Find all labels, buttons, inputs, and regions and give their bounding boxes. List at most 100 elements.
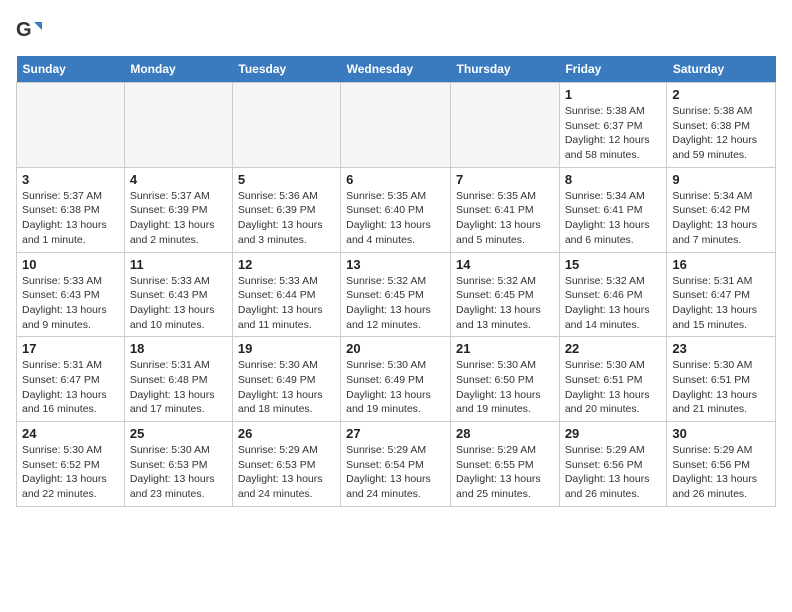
cal-cell	[451, 83, 560, 168]
cal-cell: 14 Sunrise: 5:32 AM Sunset: 6:45 PM Dayli…	[451, 252, 560, 337]
cal-cell: 18Sunrise: 5:31 AM Sunset: 6:48 PM Dayli…	[124, 337, 232, 422]
cal-cell: 21 Sunrise: 5:30 AM Sunset: 6:50 PM Dayli…	[451, 337, 560, 422]
cal-cell: 29 Sunrise: 5:29 AM Sunset: 6:56 PM Dayli…	[559, 422, 667, 507]
day-info: Sunrise: 5:34 AM Sunset: 6:42 PM Dayligh…	[672, 189, 770, 248]
day-info: Sunrise: 5:35 AM Sunset: 6:40 PM Dayligh…	[346, 189, 445, 248]
cal-cell: 19 Sunrise: 5:30 AM Sunset: 6:49 PM Dayli…	[232, 337, 340, 422]
day-number: 26	[238, 426, 335, 441]
cal-cell: 16 Sunrise: 5:31 AM Sunset: 6:47 PM Dayli…	[667, 252, 776, 337]
day-number: 15	[565, 257, 662, 272]
day-number: 17	[22, 341, 119, 356]
day-info: Sunrise: 5:33 AM Sunset: 6:43 PM Dayligh…	[22, 274, 119, 333]
cal-cell: 11 Sunrise: 5:33 AM Sunset: 6:43 PM Dayli…	[124, 252, 232, 337]
cal-cell: 7 Sunrise: 5:35 AM Sunset: 6:41 PM Daylig…	[451, 167, 560, 252]
day-info: Sunrise: 5:29 AM Sunset: 6:55 PM Dayligh…	[456, 443, 554, 502]
cal-cell: 30 Sunrise: 5:29 AM Sunset: 6:56 PM Dayli…	[667, 422, 776, 507]
cal-cell: 13 Sunrise: 5:32 AM Sunset: 6:45 PM Dayli…	[341, 252, 451, 337]
day-number: 14	[456, 257, 554, 272]
day-number: 30	[672, 426, 770, 441]
cal-cell: 5 Sunrise: 5:36 AM Sunset: 6:39 PM Daylig…	[232, 167, 340, 252]
day-header-thursday: Thursday	[451, 56, 560, 83]
day-number: 28	[456, 426, 554, 441]
day-info: Sunrise: 5:33 AM Sunset: 6:43 PM Dayligh…	[130, 274, 227, 333]
cal-cell: 22 Sunrise: 5:30 AM Sunset: 6:51 PM Dayli…	[559, 337, 667, 422]
day-info: Sunrise: 5:38 AM Sunset: 6:37 PM Dayligh…	[565, 104, 662, 163]
day-number: 22	[565, 341, 662, 356]
day-info: Sunrise: 5:37 AM Sunset: 6:39 PM Dayligh…	[130, 189, 227, 248]
cal-cell	[17, 83, 125, 168]
cal-cell: 27 Sunrise: 5:29 AM Sunset: 6:54 PM Dayli…	[341, 422, 451, 507]
day-header-wednesday: Wednesday	[341, 56, 451, 83]
day-info: Sunrise: 5:31 AM Sunset: 6:47 PM Dayligh…	[22, 358, 119, 417]
day-header-sunday: Sunday	[17, 56, 125, 83]
day-number: 2	[672, 87, 770, 102]
cal-cell: 6 Sunrise: 5:35 AM Sunset: 6:40 PM Daylig…	[341, 167, 451, 252]
day-info: Sunrise: 5:29 AM Sunset: 6:56 PM Dayligh…	[565, 443, 662, 502]
day-info: Sunrise: 5:38 AM Sunset: 6:38 PM Dayligh…	[672, 104, 770, 163]
day-number: 3	[22, 172, 119, 187]
cal-cell: 23 Sunrise: 5:30 AM Sunset: 6:51 PM Dayli…	[667, 337, 776, 422]
svg-text:G: G	[16, 19, 32, 41]
day-info: Sunrise: 5:30 AM Sunset: 6:53 PM Dayligh…	[130, 443, 227, 502]
day-header-monday: Monday	[124, 56, 232, 83]
day-info: Sunrise: 5:30 AM Sunset: 6:52 PM Dayligh…	[22, 443, 119, 502]
cal-cell: 8Sunrise: 5:34 AM Sunset: 6:41 PM Daylig…	[559, 167, 667, 252]
day-info: Sunrise: 5:32 AM Sunset: 6:45 PM Dayligh…	[456, 274, 554, 333]
day-info: Sunrise: 5:29 AM Sunset: 6:53 PM Dayligh…	[238, 443, 335, 502]
cal-cell: 2 Sunrise: 5:38 AM Sunset: 6:38 PM Daylig…	[667, 83, 776, 168]
day-number: 9	[672, 172, 770, 187]
day-header-friday: Friday	[559, 56, 667, 83]
day-info: Sunrise: 5:31 AM Sunset: 6:47 PM Dayligh…	[672, 274, 770, 333]
cal-cell: 26 Sunrise: 5:29 AM Sunset: 6:53 PM Dayli…	[232, 422, 340, 507]
cal-cell: 10 Sunrise: 5:33 AM Sunset: 6:43 PM Dayli…	[17, 252, 125, 337]
day-info: Sunrise: 5:31 AM Sunset: 6:48 PM Dayligh…	[130, 358, 227, 417]
cal-cell: 17 Sunrise: 5:31 AM Sunset: 6:47 PM Dayli…	[17, 337, 125, 422]
day-number: 24	[22, 426, 119, 441]
day-number: 16	[672, 257, 770, 272]
cal-cell: 12Sunrise: 5:33 AM Sunset: 6:44 PM Dayli…	[232, 252, 340, 337]
day-header-tuesday: Tuesday	[232, 56, 340, 83]
cal-cell: 15 Sunrise: 5:32 AM Sunset: 6:46 PM Dayli…	[559, 252, 667, 337]
day-info: Sunrise: 5:37 AM Sunset: 6:38 PM Dayligh…	[22, 189, 119, 248]
day-info: Sunrise: 5:30 AM Sunset: 6:50 PM Dayligh…	[456, 358, 554, 417]
day-info: Sunrise: 5:32 AM Sunset: 6:45 PM Dayligh…	[346, 274, 445, 333]
logo: G	[16, 16, 48, 44]
page-header: G	[16, 16, 776, 44]
day-number: 19	[238, 341, 335, 356]
cal-cell: 24 Sunrise: 5:30 AM Sunset: 6:52 PM Dayli…	[17, 422, 125, 507]
day-info: Sunrise: 5:30 AM Sunset: 6:51 PM Dayligh…	[672, 358, 770, 417]
day-info: Sunrise: 5:35 AM Sunset: 6:41 PM Dayligh…	[456, 189, 554, 248]
day-number: 27	[346, 426, 445, 441]
day-number: 23	[672, 341, 770, 356]
day-number: 13	[346, 257, 445, 272]
day-number: 4	[130, 172, 227, 187]
cal-cell: 28 Sunrise: 5:29 AM Sunset: 6:55 PM Dayli…	[451, 422, 560, 507]
day-number: 8	[565, 172, 662, 187]
cal-cell: 25Sunrise: 5:30 AM Sunset: 6:53 PM Dayli…	[124, 422, 232, 507]
day-info: Sunrise: 5:29 AM Sunset: 6:54 PM Dayligh…	[346, 443, 445, 502]
cal-cell: 3 Sunrise: 5:37 AM Sunset: 6:38 PM Daylig…	[17, 167, 125, 252]
day-info: Sunrise: 5:36 AM Sunset: 6:39 PM Dayligh…	[238, 189, 335, 248]
cal-cell: 4 Sunrise: 5:37 AM Sunset: 6:39 PM Daylig…	[124, 167, 232, 252]
day-number: 5	[238, 172, 335, 187]
day-number: 6	[346, 172, 445, 187]
day-info: Sunrise: 5:32 AM Sunset: 6:46 PM Dayligh…	[565, 274, 662, 333]
day-info: Sunrise: 5:30 AM Sunset: 6:49 PM Dayligh…	[238, 358, 335, 417]
day-number: 12	[238, 257, 335, 272]
day-number: 10	[22, 257, 119, 272]
day-info: Sunrise: 5:29 AM Sunset: 6:56 PM Dayligh…	[672, 443, 770, 502]
cal-cell: 9 Sunrise: 5:34 AM Sunset: 6:42 PM Daylig…	[667, 167, 776, 252]
day-number: 21	[456, 341, 554, 356]
cal-cell: 20 Sunrise: 5:30 AM Sunset: 6:49 PM Dayli…	[341, 337, 451, 422]
day-number: 11	[130, 257, 227, 272]
day-number: 7	[456, 172, 554, 187]
day-number: 20	[346, 341, 445, 356]
day-header-saturday: Saturday	[667, 56, 776, 83]
cal-cell	[232, 83, 340, 168]
cal-cell	[124, 83, 232, 168]
day-number: 29	[565, 426, 662, 441]
cal-cell	[341, 83, 451, 168]
day-info: Sunrise: 5:30 AM Sunset: 6:49 PM Dayligh…	[346, 358, 445, 417]
day-info: Sunrise: 5:30 AM Sunset: 6:51 PM Dayligh…	[565, 358, 662, 417]
calendar-table: SundayMondayTuesdayWednesdayThursdayFrid…	[16, 56, 776, 507]
